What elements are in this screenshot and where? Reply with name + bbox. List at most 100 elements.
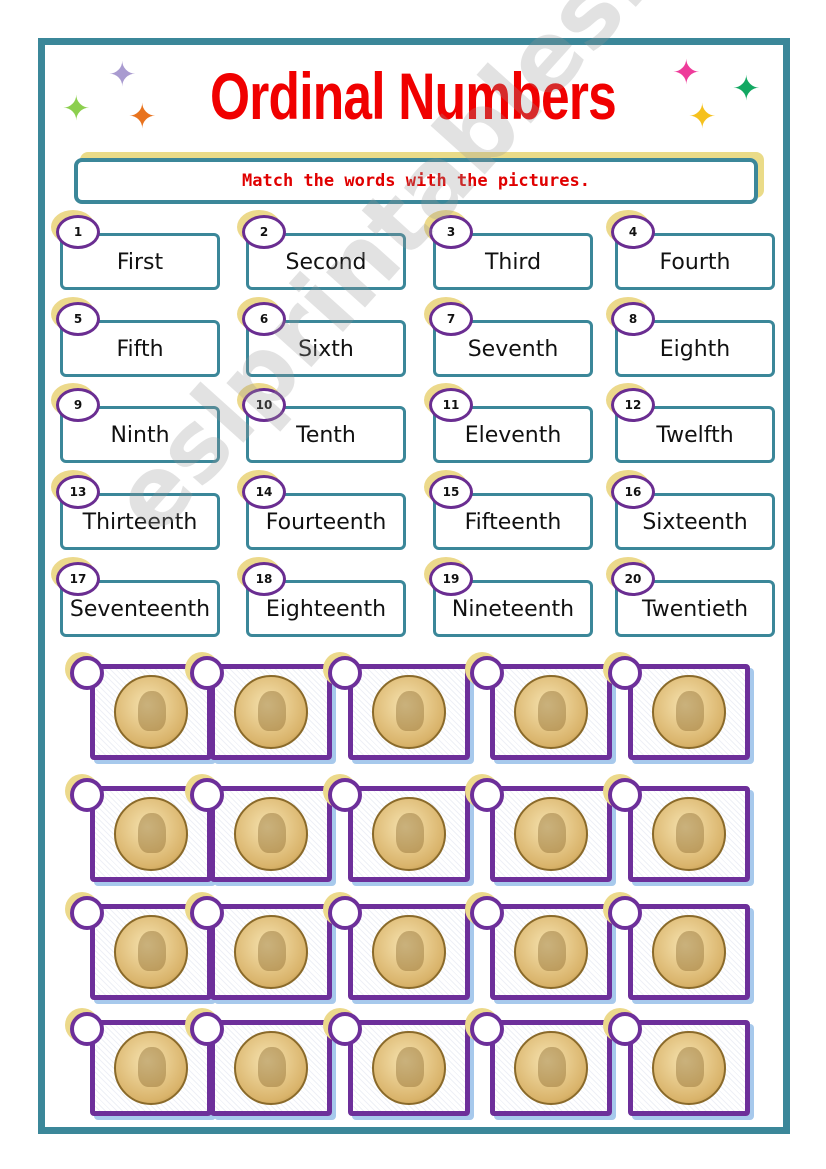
number-circle: 14 (242, 475, 286, 509)
coin-picture-card (490, 904, 612, 1000)
number-circle: 18 (242, 562, 286, 596)
coin-picture-card (348, 786, 470, 882)
answer-circle[interactable] (470, 778, 504, 812)
star-icon: ✦ (672, 53, 701, 93)
answer-circle[interactable] (70, 778, 104, 812)
coin-picture-card (628, 786, 750, 882)
star-icon: ✦ (62, 89, 91, 129)
coin-image (514, 1031, 588, 1105)
coin-image (372, 1031, 446, 1105)
coin-image (114, 1031, 188, 1105)
answer-circle[interactable] (190, 778, 224, 812)
coin-picture-card (210, 664, 332, 760)
coin-picture-card (210, 1020, 332, 1116)
star-icon: ✦ (128, 97, 157, 137)
instruction-box: Match the words with the pictures. (74, 158, 758, 204)
word-label: Thirteenth (82, 510, 198, 535)
coin-picture-card (490, 786, 612, 882)
number-circle: 20 (611, 562, 655, 596)
coin-picture-card (490, 664, 612, 760)
coin-image (514, 797, 588, 871)
answer-circle[interactable] (328, 778, 362, 812)
number-circle: 11 (429, 388, 473, 422)
star-icon: ✦ (108, 55, 137, 95)
answer-circle[interactable] (190, 896, 224, 930)
answer-circle[interactable] (608, 656, 642, 690)
answer-circle[interactable] (608, 896, 642, 930)
coin-image (514, 915, 588, 989)
page-title: Ordinal Numbers (210, 59, 617, 133)
star-icon: ✦ (732, 69, 761, 109)
coin-image (114, 915, 188, 989)
word-label: Eleventh (464, 423, 562, 448)
word-label: Fourteenth (265, 510, 387, 535)
number-circle: 9 (56, 388, 100, 422)
star-icon: ✦ (688, 97, 717, 137)
word-label: Nineteenth (451, 597, 575, 622)
coin-image (234, 675, 308, 749)
coin-image (372, 915, 446, 989)
coin-image (652, 915, 726, 989)
number-circle: 1 (56, 215, 100, 249)
word-label: Ninth (110, 423, 170, 448)
number-circle: 13 (56, 475, 100, 509)
word-label: Sixth (298, 337, 354, 362)
answer-circle[interactable] (608, 1012, 642, 1046)
number-circle: 16 (611, 475, 655, 509)
coin-picture-card (348, 664, 470, 760)
word-label: Sixteenth (642, 510, 748, 535)
number-circle: 15 (429, 475, 473, 509)
coin-picture-card (210, 786, 332, 882)
word-label: Third (484, 250, 542, 275)
coin-image (234, 1031, 308, 1105)
number-circle: 5 (56, 302, 100, 336)
number-circle: 2 (242, 215, 286, 249)
word-label: First (116, 250, 164, 275)
word-label: Second (285, 250, 367, 275)
number-circle: 19 (429, 562, 473, 596)
word-label: Twentieth (641, 597, 749, 622)
number-circle: 4 (611, 215, 655, 249)
answer-circle[interactable] (70, 896, 104, 930)
answer-circle[interactable] (470, 1012, 504, 1046)
number-circle: 3 (429, 215, 473, 249)
answer-circle[interactable] (70, 656, 104, 690)
answer-circle[interactable] (470, 896, 504, 930)
answer-circle[interactable] (190, 1012, 224, 1046)
coin-picture-card (628, 1020, 750, 1116)
number-circle: 7 (429, 302, 473, 336)
coin-picture-card (628, 664, 750, 760)
word-label: Seventeenth (69, 597, 211, 622)
word-label: Fourth (659, 250, 731, 275)
coin-image (114, 797, 188, 871)
coin-picture-card (348, 1020, 470, 1116)
coin-image (114, 675, 188, 749)
word-label: Eighth (659, 337, 731, 362)
coin-image (652, 1031, 726, 1105)
word-label: Fifth (116, 337, 164, 362)
answer-circle[interactable] (70, 1012, 104, 1046)
word-label: Eighteenth (265, 597, 387, 622)
coin-picture-card (490, 1020, 612, 1116)
answer-circle[interactable] (470, 656, 504, 690)
answer-circle[interactable] (328, 896, 362, 930)
word-label: Tenth (296, 423, 356, 448)
answer-circle[interactable] (328, 656, 362, 690)
number-circle: 10 (242, 388, 286, 422)
answer-circle[interactable] (608, 778, 642, 812)
coin-picture-card (210, 904, 332, 1000)
coin-image (652, 675, 726, 749)
coin-image (652, 797, 726, 871)
coin-picture-card (628, 904, 750, 1000)
word-label: Seventh (467, 337, 559, 362)
answer-circle[interactable] (328, 1012, 362, 1046)
number-circle: 6 (242, 302, 286, 336)
number-circle: 8 (611, 302, 655, 336)
coin-image (372, 797, 446, 871)
number-circle: 17 (56, 562, 100, 596)
coin-image (234, 797, 308, 871)
coin-picture-card (348, 904, 470, 1000)
answer-circle[interactable] (190, 656, 224, 690)
word-label: Fifteenth (464, 510, 562, 535)
coin-image (372, 675, 446, 749)
